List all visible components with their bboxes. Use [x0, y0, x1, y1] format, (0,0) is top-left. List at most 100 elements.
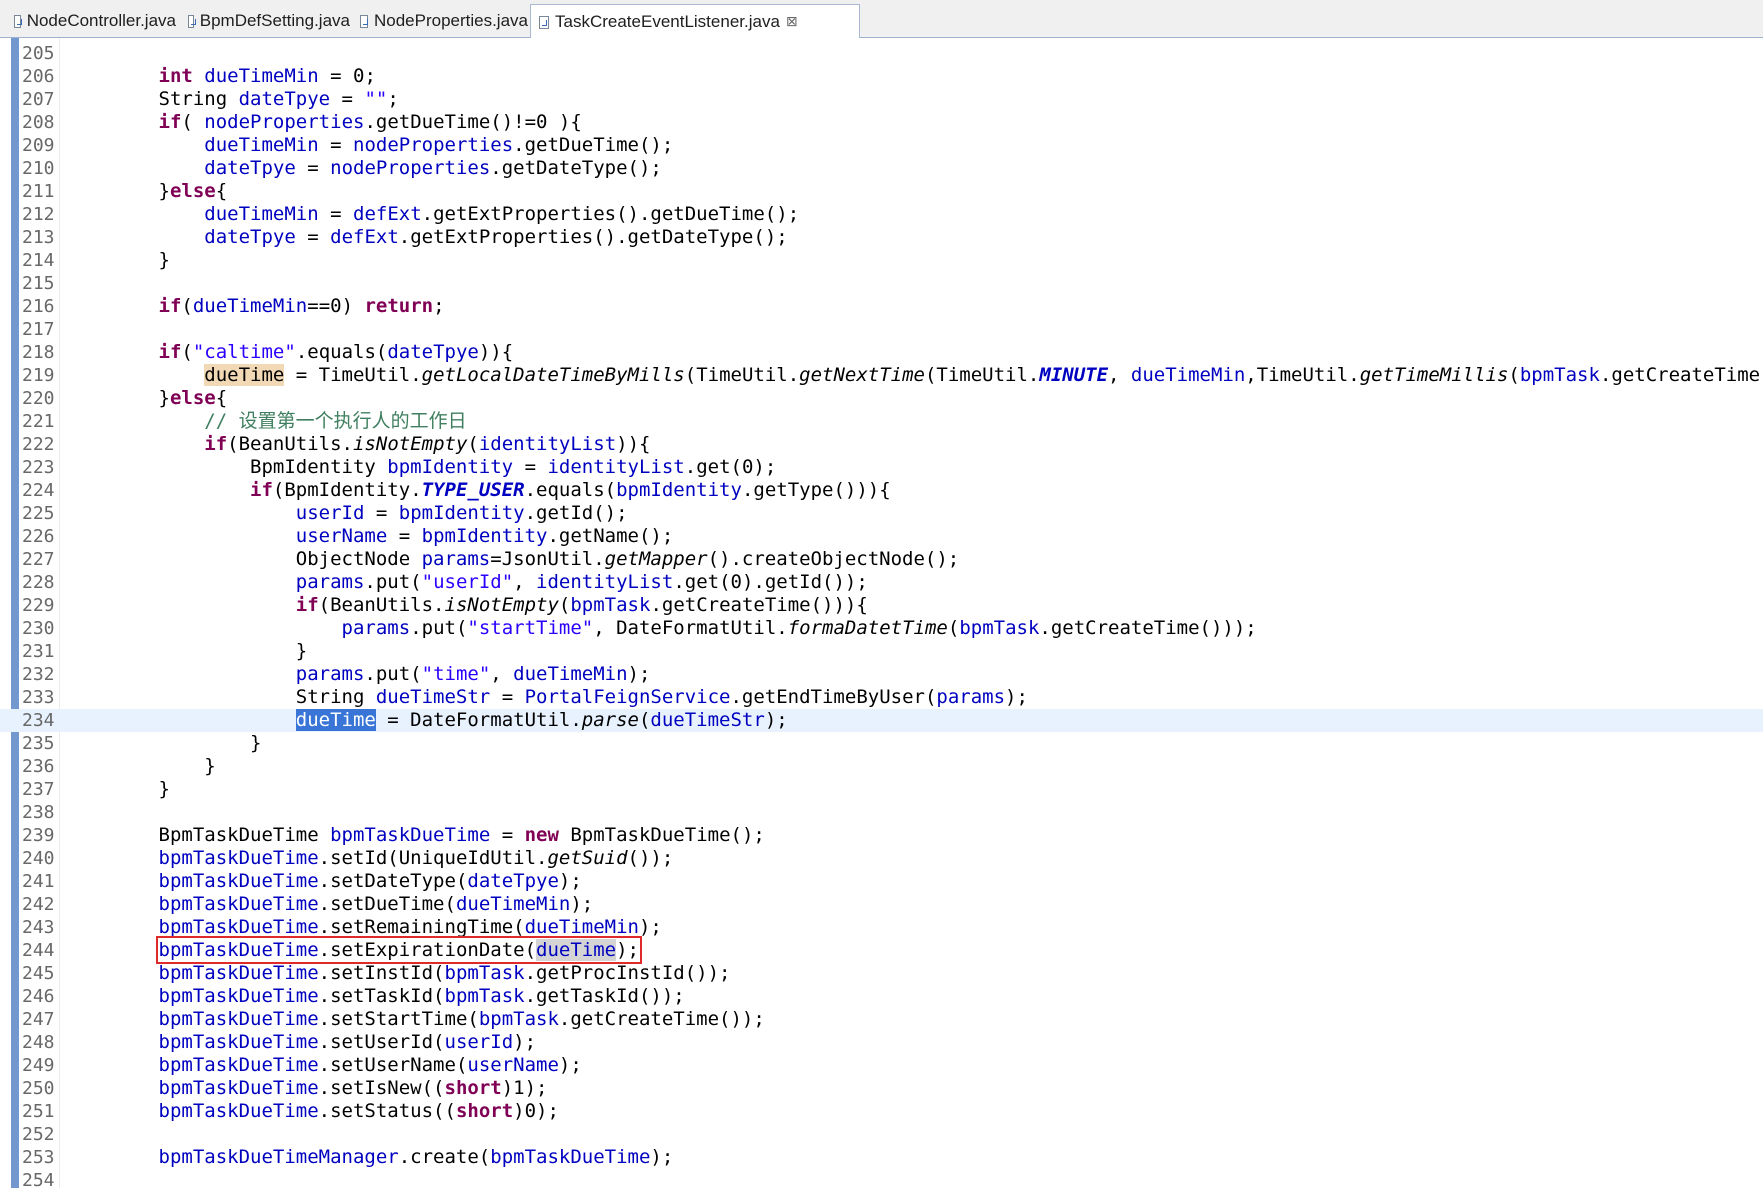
identifier: params	[295, 571, 365, 593]
code-line[interactable]: 212 dueTimeMin = defExt.getExtProperties…	[0, 203, 1763, 226]
code-line[interactable]: 205	[0, 42, 1763, 65]
line-number: 229	[22, 595, 55, 616]
code-line[interactable]: 215	[0, 272, 1763, 295]
code-line[interactable]: 240 bpmTaskDueTime.setId(UniqueIdUtil.ge…	[0, 847, 1763, 870]
line-content: BpmIdentity bpmIdentity = identityList.g…	[67, 456, 776, 479]
code-text: .getExtProperties().getDueTime();	[421, 203, 800, 225]
code-line[interactable]: 242 bpmTaskDueTime.setDueTime(dueTimeMin…	[0, 893, 1763, 916]
code-comment: // 设置第一个执行人的工作日	[204, 410, 467, 432]
code-line[interactable]: 238	[0, 801, 1763, 824]
tab-bpmdefsetting[interactable]: BpmDefSetting.java	[180, 4, 350, 38]
code-line[interactable]: 239 BpmTaskDueTime bpmTaskDueTime = new …	[0, 824, 1763, 847]
code-text: =	[330, 88, 365, 110]
code-line[interactable]: 218 if("caltime".equals(dateTpye)){	[0, 341, 1763, 364]
code-line[interactable]: 253 bpmTaskDueTimeManager.create(bpmTask…	[0, 1146, 1763, 1169]
code-line[interactable]: 236 }	[0, 755, 1763, 778]
code-line[interactable]: 234 dueTime = DateFormatUtil.parse(dueTi…	[0, 709, 1763, 732]
code-text: (BpmIdentity.	[272, 479, 422, 501]
code-line[interactable]: 220 }else{	[0, 387, 1763, 410]
code-line[interactable]: 254	[0, 1169, 1763, 1188]
code-line[interactable]: 233 String dueTimeStr = PortalFeignServi…	[0, 686, 1763, 709]
line-number: 227	[22, 549, 55, 570]
code-line[interactable]: 214 }	[0, 249, 1763, 272]
code-line[interactable]: 243 bpmTaskDueTime.setRemainingTime(dueT…	[0, 916, 1763, 939]
identifier: dueTimeMin	[204, 134, 319, 156]
identifier: dateTpye	[204, 226, 296, 248]
code-line[interactable]: 207 String dateTpye = "";	[0, 88, 1763, 111]
code-line[interactable]: 244 bpmTaskDueTime.setExpirationDate(due…	[0, 936, 1763, 964]
close-icon[interactable]: ⊠	[786, 14, 798, 30]
code-line[interactable]: 228 params.put("userId", identityList.ge…	[0, 571, 1763, 594]
static-field: TYPE_USER	[421, 479, 525, 501]
identifier: bpmTaskDueTime	[158, 893, 319, 915]
code-text: ObjectNode	[67, 548, 422, 570]
code-line[interactable]: 222 if(BeanUtils.isNotEmpty(identityList…	[0, 433, 1763, 456]
code-line[interactable]: 216 if(dueTimeMin==0) return;	[0, 295, 1763, 318]
code-text: );	[764, 709, 788, 731]
code-line[interactable]: 213 dateTpye = defExt.getExtProperties()…	[0, 226, 1763, 249]
code-line[interactable]: 229 if(BeanUtils.isNotEmpty(bpmTask.getC…	[0, 594, 1763, 617]
code-line[interactable]: 245 bpmTaskDueTime.setInstId(bpmTask.get…	[0, 962, 1763, 985]
line-number: 236	[22, 756, 55, 777]
code-line[interactable]: 230 params.put("startTime", DateFormatUt…	[0, 617, 1763, 640]
line-number: 240	[22, 848, 55, 869]
code-line[interactable]: 219 dueTime = TimeUtil.getLocalDateTimeB…	[0, 364, 1763, 387]
identifier: dueTimeMin	[524, 916, 639, 938]
code-line[interactable]: 221 // 设置第一个执行人的工作日	[0, 410, 1763, 433]
code-line[interactable]: 224 if(BpmIdentity.TYPE_USER.equals(bpmI…	[0, 479, 1763, 502]
code-line[interactable]: 225 userId = bpmIdentity.getId();	[0, 502, 1763, 525]
line-content: if(BpmIdentity.TYPE_USER.equals(bpmIdent…	[67, 479, 891, 502]
code-line[interactable]: 246 bpmTaskDueTime.setTaskId(bpmTask.get…	[0, 985, 1763, 1008]
tab-taskcreateeventlistener[interactable]: TaskCreateEventListener.java ⊠	[530, 4, 860, 39]
keyword: else	[169, 387, 216, 409]
code-line[interactable]: 252	[0, 1123, 1763, 1146]
string-literal: ""	[364, 88, 388, 110]
code-text: );	[650, 1146, 674, 1168]
code-line[interactable]: 250 bpmTaskDueTime.setIsNew((short)1);	[0, 1077, 1763, 1100]
code-line[interactable]: 209 dueTimeMin = nodeProperties.getDueTi…	[0, 134, 1763, 157]
code-line[interactable]: 206 int dueTimeMin = 0;	[0, 65, 1763, 88]
line-number: 231	[22, 641, 55, 662]
tab-nodecontroller[interactable]: NodeController.java	[6, 4, 176, 38]
code-text: = TimeUtil.	[284, 364, 422, 386]
code-line[interactable]: 210 dateTpye = nodeProperties.getDateTyp…	[0, 157, 1763, 180]
tab-nodeproperties[interactable]: NodeProperties.java	[352, 4, 528, 38]
code-line[interactable]: 231 }	[0, 640, 1763, 663]
code-line[interactable]: 208 if( nodeProperties.getDueTime()!=0 )…	[0, 111, 1763, 134]
code-text: (BeanUtils.	[227, 433, 354, 455]
code-text: .setExpirationDate(	[318, 939, 537, 961]
code-area[interactable]: 204205206 int dueTimeMin = 0;207 String …	[0, 38, 1763, 1188]
code-editor[interactable]: 204205206 int dueTimeMin = 0;207 String …	[0, 38, 1763, 1188]
code-text: (	[181, 111, 205, 133]
line-number: 241	[22, 871, 55, 892]
code-line[interactable]: 237 }	[0, 778, 1763, 801]
code-line[interactable]: 249 bpmTaskDueTime.setUserName(userName)…	[0, 1054, 1763, 1077]
line-content: // 设置第一个执行人的工作日	[67, 410, 467, 433]
code-text: .getId();	[524, 502, 628, 524]
line-content: params.put("startTime", DateFormatUtil.f…	[67, 617, 1257, 640]
identifier: dateTpye	[387, 341, 479, 363]
line-content: userName = bpmIdentity.getName();	[67, 525, 674, 548]
code-line[interactable]: 247 bpmTaskDueTime.setStartTime(bpmTask.…	[0, 1008, 1763, 1031]
code-line[interactable]: 235 }	[0, 732, 1763, 755]
code-text: ;	[387, 88, 399, 110]
line-content: userId = bpmIdentity.getId();	[67, 502, 628, 525]
code-text: )1);	[501, 1077, 548, 1099]
identifier: defExt	[330, 226, 399, 248]
code-text: )){	[478, 341, 514, 363]
code-line[interactable]: 232 params.put("time", dueTimeMin);	[0, 663, 1763, 686]
code-line[interactable]: 251 bpmTaskDueTime.setStatus((short)0);	[0, 1100, 1763, 1123]
code-line[interactable]: 217	[0, 318, 1763, 341]
code-line[interactable]: 227 ObjectNode params=JsonUtil.getMapper…	[0, 548, 1763, 571]
code-line[interactable]: 226 userName = bpmIdentity.getName();	[0, 525, 1763, 548]
code-line[interactable]: 248 bpmTaskDueTime.setUserId(userId);	[0, 1031, 1763, 1054]
code-text: ,TimeUtil.	[1245, 364, 1360, 386]
code-line[interactable]: 223 BpmIdentity bpmIdentity = identityLi…	[0, 456, 1763, 479]
code-line[interactable]: 211 }else{	[0, 180, 1763, 203]
code-line[interactable]: 241 bpmTaskDueTime.setDateType(dateTpye)…	[0, 870, 1763, 893]
code-text: =	[295, 157, 331, 179]
identifier: dueTimeMin	[1130, 364, 1246, 386]
